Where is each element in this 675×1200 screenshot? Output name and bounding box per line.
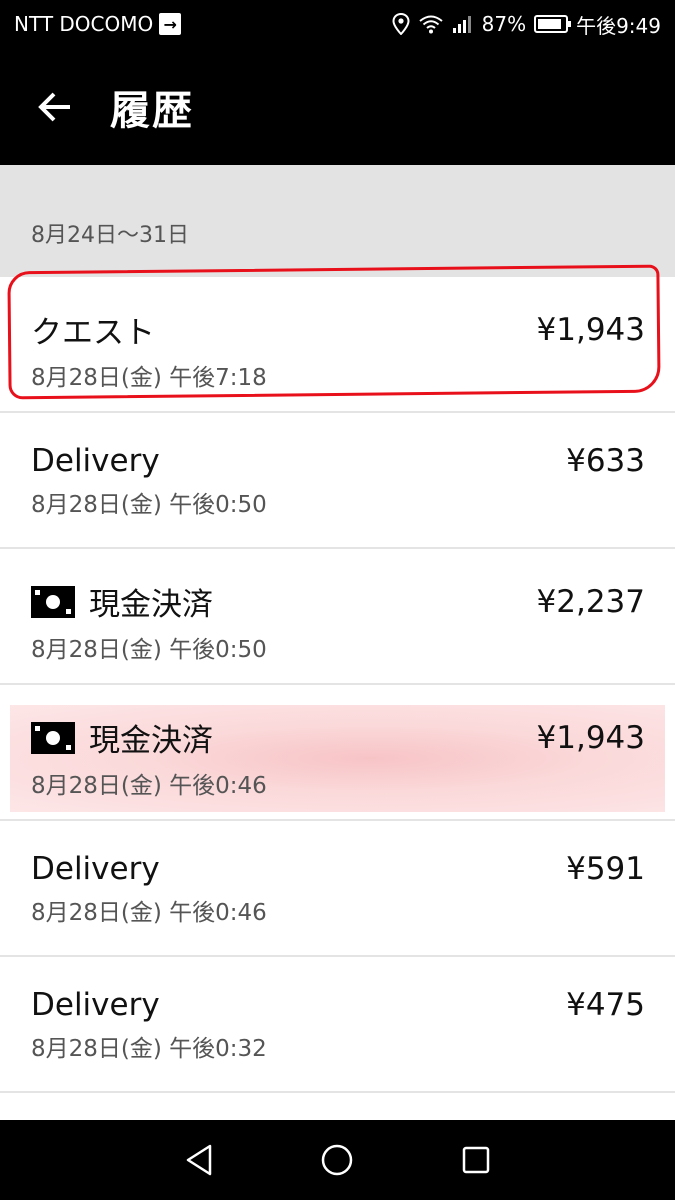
trip-title-wrap: 現金決済 xyxy=(31,715,213,760)
trip-title: 現金決済 xyxy=(89,723,213,759)
trip-row-top: 現金決済 ¥2,237 xyxy=(31,579,645,624)
trip-title: クエスト xyxy=(31,315,155,351)
trip-title: Delivery xyxy=(31,987,160,1023)
trip-title: Delivery xyxy=(31,851,160,887)
cash-icon xyxy=(31,721,75,754)
trip-row-delivery[interactable]: Delivery ¥475 8月28日(金) 午後0:32 xyxy=(0,957,675,1093)
nav-back-button[interactable] xyxy=(175,1136,223,1184)
square-recents-icon xyxy=(462,1146,490,1174)
trip-amount: ¥1,943 xyxy=(536,311,645,348)
trip-row-delivery[interactable]: Delivery ¥633 8月28日(金) 午後0:50 xyxy=(0,413,675,549)
trip-date: 8月28日(金) 午後7:18 xyxy=(31,365,267,391)
trip-amount: ¥2,237 xyxy=(536,583,645,620)
trip-row-top: Delivery ¥633 xyxy=(31,443,645,479)
trip-title: Delivery xyxy=(31,443,160,479)
trip-date: 8月28日(金) 午後0:32 xyxy=(31,1036,267,1062)
trip-row-top: Delivery ¥475 xyxy=(31,987,645,1023)
status-left: NTT DOCOMO → xyxy=(14,12,182,36)
trip-row-cash-highlighted[interactable]: 現金決済 ¥1,943 8月28日(金) 午後0:46 xyxy=(0,685,675,821)
trip-date: 8月28日(金) 午後0:50 xyxy=(31,492,267,518)
week-header: 8月24日〜31日 xyxy=(0,165,675,277)
page-title: 履歴 xyxy=(110,87,194,134)
trip-amount: ¥633 xyxy=(566,443,645,479)
trip-amount: ¥591 xyxy=(566,851,645,887)
trip-row-top: Delivery ¥591 xyxy=(31,851,645,887)
carrier-arrow-icon: → xyxy=(159,13,182,35)
nav-recents-button[interactable] xyxy=(452,1136,500,1184)
trip-row-cash[interactable]: 現金決済 ¥2,237 8月28日(金) 午後0:50 xyxy=(0,549,675,685)
navigation-bar xyxy=(0,1120,675,1200)
battery-percent: 87% xyxy=(481,12,527,36)
circle-home-icon xyxy=(322,1144,353,1176)
location-icon xyxy=(392,13,410,35)
wifi-icon xyxy=(418,15,443,34)
back-button[interactable] xyxy=(0,48,110,165)
nav-home-button[interactable] xyxy=(313,1136,361,1184)
trip-date: 8月28日(金) 午後0:50 xyxy=(31,637,267,663)
battery-icon xyxy=(534,15,572,33)
cash-icon xyxy=(31,585,75,618)
trip-amount: ¥1,943 xyxy=(536,719,645,756)
trip-amount: ¥475 xyxy=(566,987,645,1023)
trip-title-wrap: 現金決済 xyxy=(31,579,213,624)
status-time: 午後9:49 xyxy=(576,13,661,38)
trip-row-top: クエスト ¥1,943 xyxy=(31,307,645,352)
status-bar: NTT DOCOMO → 87% 午後9:49 xyxy=(0,0,675,48)
trip-date: 8月28日(金) 午後0:46 xyxy=(31,900,267,926)
arrow-left-icon xyxy=(38,92,70,121)
screen: NTT DOCOMO → 87% 午後9:49 履歴 8月24日〜31日 クエス… xyxy=(0,0,675,1200)
week-range-label: 8月24日〜31日 xyxy=(31,223,189,248)
signal-icon xyxy=(452,16,471,33)
triangle-back-icon xyxy=(186,1144,212,1176)
trip-row-quest[interactable]: クエスト ¥1,943 8月28日(金) 午後7:18 xyxy=(0,277,675,413)
trip-row-top: 現金決済 ¥1,943 xyxy=(31,715,645,760)
carrier-name: NTT DOCOMO xyxy=(14,12,154,36)
status-right: 87% 午後9:49 xyxy=(392,10,661,39)
trip-date: 8月28日(金) 午後0:46 xyxy=(31,773,267,799)
trip-row-delivery[interactable]: Delivery ¥591 8月28日(金) 午後0:46 xyxy=(0,821,675,957)
trip-title: 現金決済 xyxy=(89,587,213,623)
trip-list: クエスト ¥1,943 8月28日(金) 午後7:18 Delivery ¥63… xyxy=(0,277,675,1093)
app-bar: 履歴 xyxy=(0,48,675,165)
